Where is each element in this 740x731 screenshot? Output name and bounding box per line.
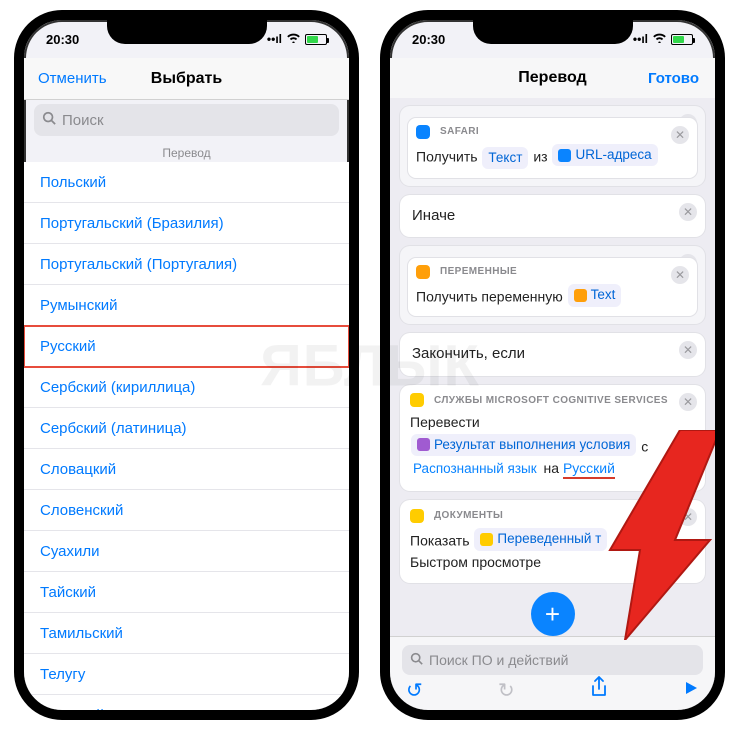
card-body: Показать Переведенный т Быстром просмотр…	[410, 527, 695, 573]
action-card-translate[interactable]: ✕ СЛУЖБЫ MICROSOFT COGNITIVE SERVICES Пе…	[400, 385, 705, 492]
notch	[473, 20, 633, 44]
container-card: ✕ ✕ ПЕРЕМЕННЫЕ Получить переменную Text	[400, 246, 705, 324]
variable-icon	[416, 265, 430, 279]
notch	[107, 20, 267, 44]
cancel-button[interactable]: Отменить	[38, 70, 107, 87]
search-icon	[42, 111, 56, 129]
page-title: Перевод	[518, 69, 586, 87]
signal-icon: ••ıl	[633, 32, 648, 46]
action-search-placeholder: Поиск ПО и действий	[429, 652, 569, 668]
token-variable[interactable]: Text	[568, 284, 622, 306]
list-item[interactable]: Португальский (Португалия)	[24, 244, 349, 285]
play-icon[interactable]	[683, 679, 699, 702]
list-item[interactable]: Словацкий	[24, 449, 349, 490]
section-header: Перевод	[24, 142, 349, 164]
toolbar-icons: ↺ ↻	[406, 676, 699, 704]
document-icon	[480, 533, 493, 546]
status-icons: ••ıl	[267, 32, 327, 46]
list-item[interactable]: Румынский	[24, 285, 349, 326]
phone-right: 20:30 ••ıl Перевод Готово ✕ ✕ SAFARI Пол…	[380, 10, 725, 720]
card-body: Перевести Результат выполнения условия с…	[410, 412, 695, 482]
list-item[interactable]: Турецкий	[24, 695, 349, 710]
list-item[interactable]: Португальский (Бразилия)	[24, 203, 349, 244]
close-icon[interactable]: ✕	[671, 266, 689, 284]
list-item[interactable]: Тайский	[24, 572, 349, 613]
add-action-button[interactable]: +	[531, 592, 575, 636]
share-icon[interactable]	[590, 676, 608, 704]
list-item[interactable]: Польский	[24, 162, 349, 203]
nav-bar: Перевод Готово	[390, 58, 715, 98]
action-search-input[interactable]: Поиск ПО и действий	[402, 645, 703, 675]
token-detected-language[interactable]: Распознанный язык	[411, 458, 539, 480]
action-card-variable[interactable]: ✕ ПЕРЕМЕННЫЕ Получить переменную Text	[408, 258, 697, 316]
language-list[interactable]: Польский Португальский (Бразилия) Португ…	[24, 162, 349, 710]
phone-left: 20:30 ••ıl Отменить Выбрать Поиск Перево…	[14, 10, 359, 720]
status-time: 20:30	[46, 32, 79, 47]
token-condition-result[interactable]: Результат выполнения условия	[411, 434, 636, 456]
card-body: Получить переменную Text	[416, 283, 689, 308]
card-label: Иначе	[412, 207, 455, 224]
status-icons: ••ıl	[633, 32, 693, 46]
search-input[interactable]: Поиск	[34, 104, 339, 136]
bottom-toolbar: Поиск ПО и действий ↺ ↻	[390, 636, 715, 710]
redo-icon: ↻	[498, 678, 515, 703]
magic-icon	[417, 438, 430, 451]
cognitive-icon	[410, 393, 424, 407]
token-text[interactable]: Текст	[482, 147, 528, 169]
page-title: Выбрать	[151, 70, 222, 88]
card-header: ДОКУМЕНТЫ	[410, 508, 695, 523]
link-icon	[558, 149, 571, 162]
wifi-icon	[286, 32, 301, 46]
close-icon[interactable]: ✕	[679, 341, 697, 359]
shortcut-canvas[interactable]: ✕ ✕ SAFARI Получить Текст из URL-адреса	[390, 98, 715, 636]
list-item[interactable]: Телугу	[24, 654, 349, 695]
undo-icon[interactable]: ↺	[406, 678, 423, 703]
documents-icon	[410, 509, 424, 523]
action-card-show[interactable]: ✕ ДОКУМЕНТЫ Показать Переведенный т Быст…	[400, 500, 705, 583]
token-translated-text[interactable]: Переведенный т	[474, 528, 607, 550]
status-time: 20:30	[412, 32, 445, 47]
token-url[interactable]: URL-адреса	[552, 144, 657, 166]
list-item[interactable]: Сербский (латиница)	[24, 408, 349, 449]
container-card: ✕ ✕ SAFARI Получить Текст из URL-адреса	[400, 106, 705, 186]
card-label: Закончить, если	[412, 345, 525, 362]
action-card-safari[interactable]: ✕ SAFARI Получить Текст из URL-адреса	[408, 118, 697, 178]
close-icon[interactable]: ✕	[679, 508, 697, 526]
list-item[interactable]: Словенский	[24, 490, 349, 531]
wifi-icon	[652, 32, 667, 46]
list-item[interactable]: Тамильский	[24, 613, 349, 654]
card-header: СЛУЖБЫ MICROSOFT COGNITIVE SERVICES	[410, 393, 695, 408]
search-icon	[410, 652, 423, 668]
action-card-endif[interactable]: ✕ Закончить, если	[400, 333, 705, 376]
search-placeholder: Поиск	[62, 112, 104, 129]
battery-icon	[671, 34, 693, 45]
battery-icon	[305, 34, 327, 45]
close-icon[interactable]: ✕	[671, 126, 689, 144]
list-item-selected[interactable]: Русский	[24, 326, 349, 367]
nav-bar: Отменить Выбрать	[24, 58, 349, 100]
variable-icon	[574, 289, 587, 302]
card-header: SAFARI	[416, 124, 689, 139]
card-header: ПЕРЕМЕННЫЕ	[416, 264, 689, 279]
close-icon[interactable]: ✕	[679, 393, 697, 411]
close-icon[interactable]: ✕	[679, 203, 697, 221]
list-item[interactable]: Сербский (кириллица)	[24, 367, 349, 408]
card-body: Получить Текст из URL-адреса	[416, 143, 689, 170]
done-button[interactable]: Готово	[648, 70, 699, 87]
action-card-else[interactable]: ✕ Иначе	[400, 195, 705, 238]
safari-icon	[416, 125, 430, 139]
target-language-picker[interactable]: Русский	[563, 460, 615, 479]
list-item[interactable]: Суахили	[24, 531, 349, 572]
signal-icon: ••ıl	[267, 32, 282, 46]
